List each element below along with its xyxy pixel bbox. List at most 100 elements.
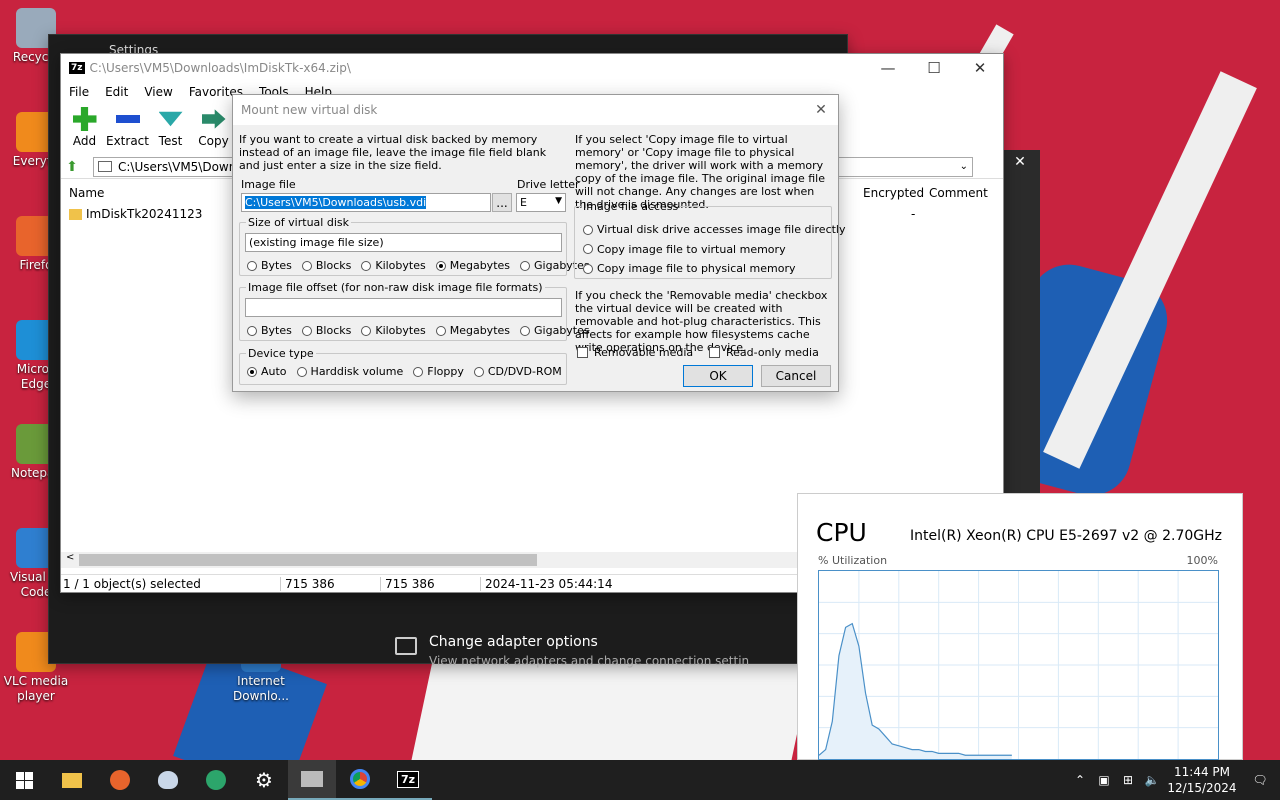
utilization-max: 100%	[1186, 554, 1218, 567]
offset-input[interactable]	[245, 298, 562, 317]
background-window[interactable]: ✕	[1000, 150, 1040, 495]
add-icon	[72, 107, 97, 131]
table-row[interactable]: ImDiskTk20241123	[69, 207, 202, 221]
radio-label: Auto	[261, 365, 287, 378]
display-tray-icon[interactable]: ⊞	[1116, 773, 1140, 787]
menu-item[interactable]: Edit	[97, 85, 136, 99]
image-file-label: Image file	[241, 178, 296, 191]
radio-option[interactable]: Kilobytes	[361, 324, 426, 337]
close-button[interactable]: ✕	[957, 53, 1003, 83]
sevenzip-taskbar-label: 7z	[396, 770, 420, 788]
extract-icon	[115, 115, 140, 123]
scroll-thumb[interactable]	[79, 554, 537, 566]
radio-label: Megabytes	[449, 324, 511, 337]
radio-option[interactable]: Copy image file to physical memory	[583, 259, 846, 279]
drive-letter-select[interactable]: E ▼	[516, 193, 566, 212]
firefox-icon[interactable]	[96, 760, 144, 800]
cpu-title: CPU	[816, 518, 867, 547]
size-input[interactable]: (existing image file size)	[245, 233, 562, 252]
up-folder-icon[interactable]: ⬆	[61, 159, 83, 175]
drive-letter-label: Drive letter	[517, 178, 580, 191]
radio-option[interactable]: Virtual disk drive accesses image file d…	[583, 220, 846, 240]
cancel-button[interactable]: Cancel	[761, 365, 831, 387]
file-explorer-icon[interactable]	[48, 760, 96, 800]
column-name[interactable]: Name	[69, 186, 104, 200]
ok-button[interactable]: OK	[683, 365, 753, 387]
column-encrypted[interactable]: Encrypted	[863, 186, 924, 200]
readonly-checkbox[interactable]: Read-only media	[709, 346, 819, 359]
utilization-label: % Utilization	[818, 554, 888, 567]
toolbar-label: Test	[158, 134, 183, 148]
mount-dialog[interactable]: Mount new virtual disk ✕ If you want to …	[232, 94, 846, 392]
notification-icon[interactable]: 🗨	[1240, 773, 1280, 787]
size-legend: Size of virtual disk	[248, 216, 349, 229]
radio-option[interactable]: Blocks	[301, 324, 351, 337]
chrome-icon[interactable]	[336, 760, 384, 800]
radio-option[interactable]: Bytes	[247, 259, 292, 272]
menu-item[interactable]: View	[136, 85, 180, 99]
cpu-usage-area	[819, 623, 1012, 759]
radio-option[interactable]: CD/DVD-ROM	[473, 365, 562, 378]
browse-button[interactable]: ...	[492, 193, 512, 212]
toolbar-test-button[interactable]: Test	[149, 102, 192, 152]
column-comment[interactable]: Comment	[929, 186, 988, 200]
edge-icon[interactable]	[192, 760, 240, 800]
toolbar-copy-button[interactable]: Copy	[192, 102, 235, 152]
cpu-panel[interactable]: CPU Intel(R) Xeon(R) CPU E5-2697 v2 @ 2.…	[797, 493, 1243, 760]
path-text: C:\Users\VM5\Downlo	[118, 159, 248, 174]
radio-option[interactable]: Megabytes	[435, 324, 511, 337]
sevenzip-title: C:\Users\VM5\Downloads\ImDiskTk-x64.zip\	[89, 61, 351, 75]
radio-circle-icon	[473, 366, 484, 377]
clock-date: 12/15/2024	[1167, 781, 1237, 795]
radio-circle-icon	[247, 366, 257, 377]
radio-option[interactable]: Megabytes	[435, 259, 510, 272]
radio-label: Bytes	[261, 259, 292, 272]
radio-circle-icon	[583, 263, 593, 274]
removable-label: Removable media	[594, 346, 694, 359]
dialog-titlebar: Mount new virtual disk ✕	[233, 95, 838, 125]
toolbar-add-button[interactable]: Add	[63, 102, 106, 152]
cpu-graph	[818, 570, 1219, 760]
background-close-icon[interactable]: ✕	[1000, 154, 1040, 170]
maximize-button[interactable]: ☐	[911, 53, 957, 83]
chevron-up-icon[interactable]: ⌃	[1068, 773, 1092, 787]
imdisk-icon[interactable]	[288, 760, 336, 800]
size-unit-radios: Bytes Blocks Kilobytes Megabytes Gigabytes	[247, 259, 600, 272]
dropdown-arrow-icon: ▼	[555, 196, 562, 206]
radio-option[interactable]: Copy image file to virtual memory	[583, 240, 846, 260]
volume-icon[interactable]: 🔈	[1140, 773, 1164, 787]
radio-label: CD/DVD-ROM	[487, 365, 562, 378]
minimize-button[interactable]: —	[865, 53, 911, 83]
radio-option[interactable]: Blocks	[301, 259, 351, 272]
radio-option[interactable]: Harddisk volume	[296, 365, 403, 378]
settings-gear-icon[interactable]: ⚙	[240, 760, 288, 800]
change-adapter-link[interactable]: Change adapter options	[429, 634, 598, 650]
radio-option[interactable]: Floppy	[413, 365, 464, 378]
paint-icon[interactable]	[144, 760, 192, 800]
radio-label: Virtual disk drive accesses image file d…	[597, 223, 846, 236]
offset-unit-radios: Bytes Blocks Kilobytes Megabytes Gigabytes	[247, 324, 600, 337]
windows-start-icon[interactable]	[0, 760, 48, 800]
taskbar: ⚙ 7z ⌃ ▣ ⊞ 🔈 11:44 PM 12/15/2024 🗨	[0, 760, 1280, 800]
toolbar-extract-button[interactable]: Extract	[106, 102, 149, 152]
radio-circle-icon	[301, 260, 312, 271]
size-value: (existing image file size)	[249, 236, 384, 249]
dialog-close-icon[interactable]: ✕	[804, 102, 838, 118]
toolbar-label: Copy	[198, 134, 229, 148]
sevenzip-titlebar: 7z C:\Users\VM5\Downloads\ImDiskTk-x64.z…	[61, 54, 1003, 82]
clock[interactable]: 11:44 PM 12/15/2024	[1164, 764, 1240, 796]
menu-item[interactable]: File	[61, 85, 97, 99]
radio-option[interactable]: Auto	[247, 365, 287, 378]
readonly-label: Read-only media	[726, 346, 819, 359]
image-file-input[interactable]: C:\Users\VM5\Downloads\usb.vdi	[241, 193, 491, 212]
radio-option[interactable]: Bytes	[247, 324, 292, 337]
horizontal-scrollbar[interactable]: <	[61, 552, 801, 568]
offset-legend: Image file offset (for non-raw disk imag…	[248, 281, 543, 294]
sevenzip-icon[interactable]: 7z	[384, 760, 432, 800]
removable-note: If you check the 'Removable media' check…	[575, 289, 828, 354]
network-tray-icon[interactable]: ▣	[1092, 773, 1116, 787]
radio-option[interactable]: Kilobytes	[361, 259, 426, 272]
path-dropdown-icon[interactable]: ⌄	[960, 161, 972, 172]
scroll-left-icon[interactable]: <	[66, 552, 74, 563]
removable-checkbox[interactable]: Removable media	[577, 346, 693, 359]
